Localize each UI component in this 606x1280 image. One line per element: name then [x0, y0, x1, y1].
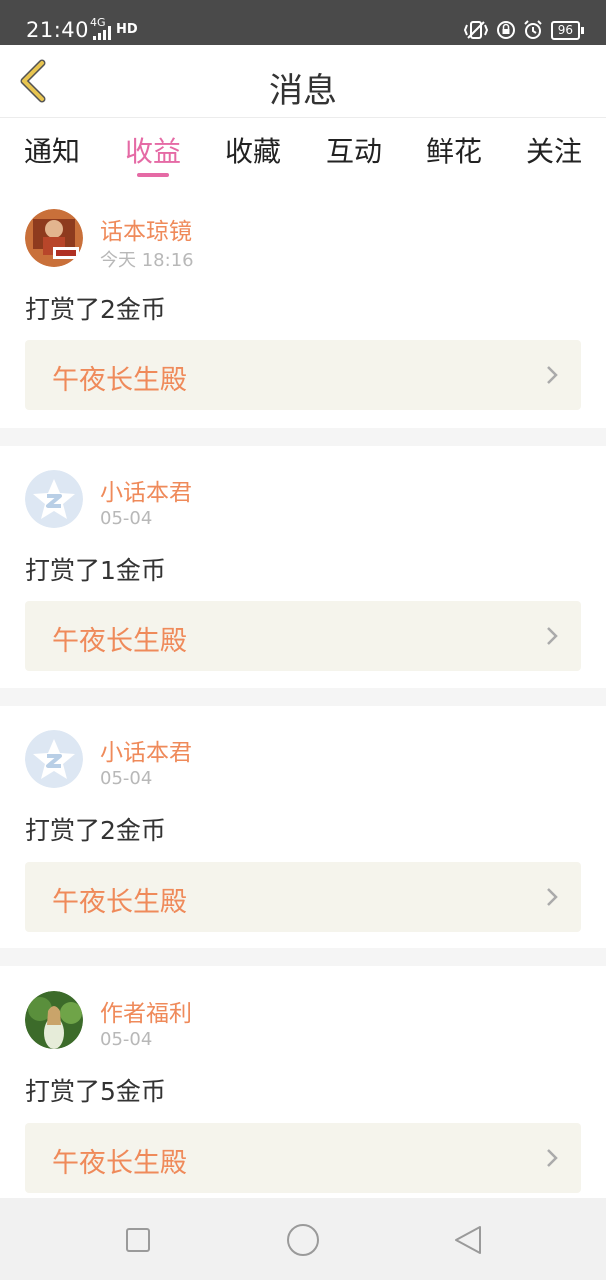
- vibrate-icon: [463, 21, 488, 39]
- message-text: 打赏了2金币: [25, 816, 166, 845]
- message-time: 05-04: [100, 508, 153, 529]
- triangle-back-icon[interactable]: [450, 1222, 486, 1258]
- separator: [0, 948, 606, 966]
- chevron-right-icon: [547, 627, 558, 645]
- avatar[interactable]: [25, 991, 83, 1049]
- message-text: 打赏了2金币: [25, 295, 166, 324]
- avatar[interactable]: [25, 470, 83, 528]
- chevron-right-icon: [547, 888, 558, 906]
- separator: [0, 688, 606, 706]
- header: 消息: [0, 45, 606, 118]
- tab-earnings[interactable]: 收益: [113, 130, 193, 170]
- circle-icon[interactable]: [285, 1222, 321, 1258]
- message-card: 作者福利 05-04 打赏了5金币 午夜长生殿: [0, 966, 606, 1198]
- avatar[interactable]: [25, 730, 83, 788]
- book-link[interactable]: 午夜长生殿: [25, 601, 581, 671]
- status-bar: 21:40 4G HD 96: [0, 0, 606, 45]
- user-name[interactable]: 小话本君: [100, 473, 192, 507]
- message-card: 小话本君 05-04 打赏了2金币 午夜长生殿: [0, 706, 606, 948]
- message-text: 打赏了5金币: [25, 1077, 166, 1106]
- tab-flowers[interactable]: 鲜花: [414, 130, 494, 170]
- hd-indicator: HD: [116, 22, 138, 37]
- book-link[interactable]: 午夜长生殿: [25, 1123, 581, 1193]
- signal-icon: [93, 26, 111, 40]
- active-tab-indicator: [137, 173, 169, 177]
- chevron-right-icon: [547, 1149, 558, 1167]
- message-card: 话本琼镜 今天 18:16 打赏了2金币 午夜长生殿: [0, 190, 606, 428]
- photo-avatar-icon: [25, 991, 83, 1049]
- tab-favorites[interactable]: 收藏: [213, 130, 293, 170]
- lock-icon: [496, 21, 515, 39]
- user-name[interactable]: 小话本君: [100, 733, 192, 767]
- tab-interactions[interactable]: 互动: [314, 130, 394, 170]
- default-star-avatar-icon: [25, 470, 83, 528]
- book-title: 午夜长生殿: [52, 887, 187, 918]
- book-title: 午夜长生殿: [52, 1148, 187, 1179]
- message-time: 05-04: [100, 1029, 153, 1050]
- message-time: 05-04: [100, 768, 153, 789]
- book-title: 午夜长生殿: [52, 365, 187, 396]
- tab-bar: 通知 收益 收藏 互动 鲜花 关注: [0, 118, 606, 182]
- square-icon[interactable]: [120, 1222, 156, 1258]
- alarm-icon: [524, 20, 542, 39]
- separator: [0, 428, 606, 446]
- tab-notifications[interactable]: 通知: [12, 130, 92, 170]
- default-star-avatar-icon: [25, 730, 83, 788]
- message-time: 今天 18:16: [100, 250, 194, 271]
- message-text: 打赏了1金币: [25, 556, 166, 585]
- book-title: 午夜长生殿: [52, 626, 187, 657]
- system-nav-bar: [0, 1198, 606, 1280]
- chevron-right-icon: [547, 366, 558, 384]
- book-link[interactable]: 午夜长生殿: [25, 862, 581, 932]
- photo-avatar-icon: [25, 209, 83, 267]
- page-title: 消息: [269, 71, 337, 111]
- tab-follows[interactable]: 关注: [514, 130, 594, 170]
- message-card: 小话本君 05-04 打赏了1金币 午夜长生殿: [0, 446, 606, 688]
- avatar[interactable]: [25, 209, 83, 267]
- user-name[interactable]: 话本琼镜: [100, 212, 192, 246]
- status-time: 21:40: [26, 18, 90, 42]
- book-link[interactable]: 午夜长生殿: [25, 340, 581, 410]
- battery-indicator: 96: [550, 20, 585, 40]
- user-name[interactable]: 作者福利: [100, 994, 192, 1028]
- status-right: 96: [463, 20, 585, 40]
